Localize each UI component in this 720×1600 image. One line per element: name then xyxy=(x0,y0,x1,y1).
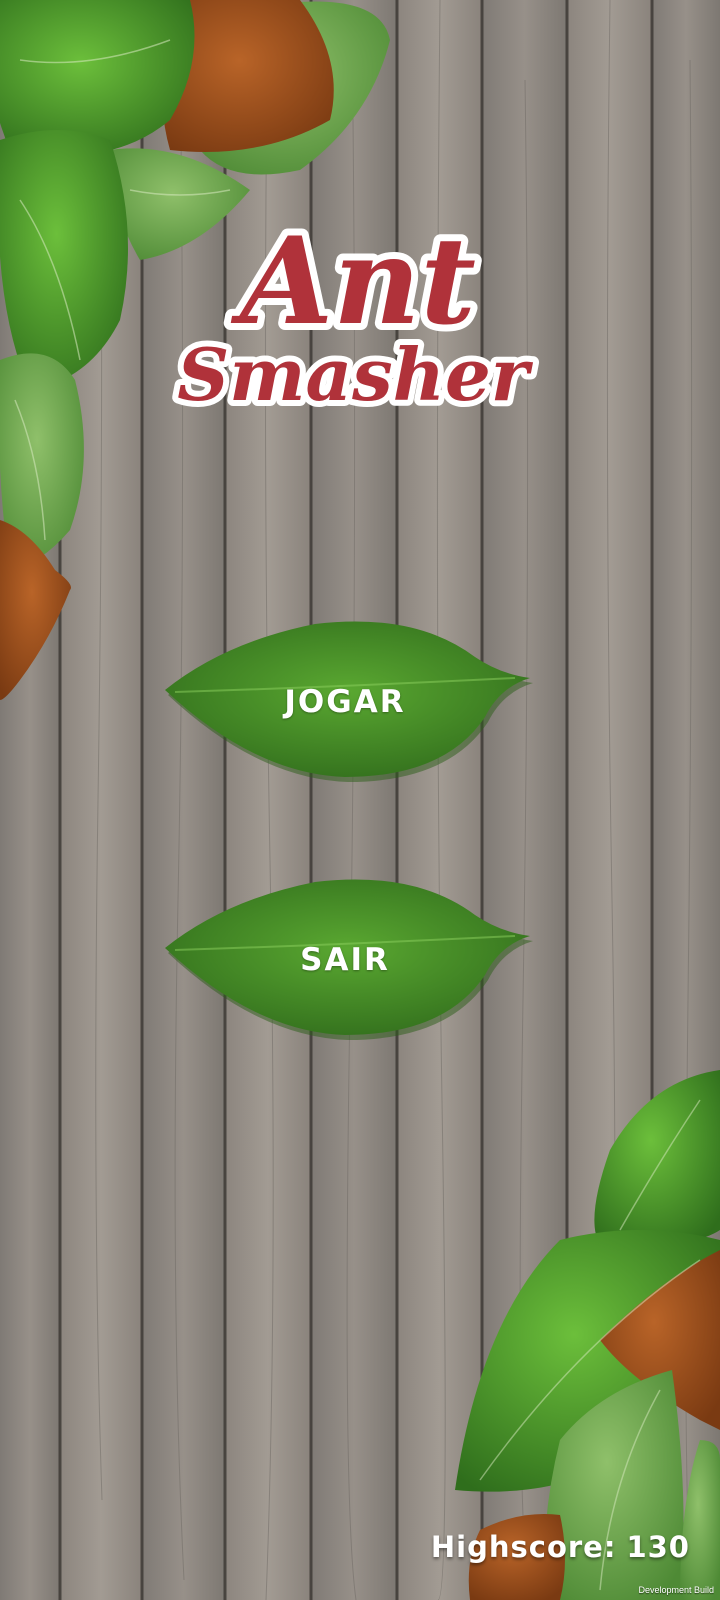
logo-subtitle: Smasher xyxy=(177,332,534,417)
development-build-label: Development Build xyxy=(638,1585,714,1595)
highscore-display: Highscore: 130 xyxy=(431,1530,690,1564)
play-button-label: JOGAR xyxy=(284,684,406,720)
highscore-label: Highscore: xyxy=(430,1530,617,1564)
play-button[interactable]: JOGAR xyxy=(155,612,535,792)
game-logo: Ant Ant Smasher Smasher xyxy=(171,204,540,423)
game-screen: Ant Ant Smasher Smasher JOGAR SAIR Highs… xyxy=(0,0,720,1600)
exit-button[interactable]: SAIR xyxy=(155,870,535,1050)
logo-title: Ant xyxy=(230,211,476,352)
highscore-value: 130 xyxy=(626,1530,690,1564)
exit-button-label: SAIR xyxy=(300,942,390,978)
